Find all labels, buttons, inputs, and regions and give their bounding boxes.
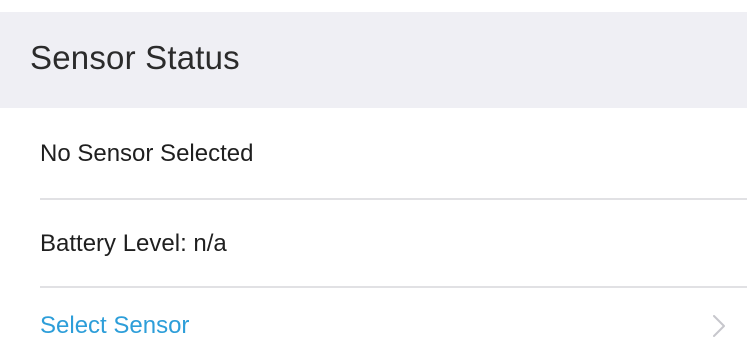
battery-level-label: Battery Level: n/a: [40, 230, 227, 257]
select-sensor-row[interactable]: Select Sensor: [0, 288, 747, 363]
top-strip: [0, 0, 747, 12]
sensor-selection-row: No Sensor Selected: [0, 108, 747, 200]
battery-level-row: Battery Level: n/a: [0, 200, 747, 288]
chevron-right-icon: [713, 314, 725, 337]
sensor-selection-label: No Sensor Selected: [40, 140, 254, 167]
section-header: Sensor Status: [0, 12, 747, 108]
section-title: Sensor Status: [30, 39, 240, 76]
select-sensor-label[interactable]: Select Sensor: [40, 312, 189, 340]
sensor-status-list: No Sensor Selected Battery Level: n/a Se…: [0, 108, 747, 363]
sensor-status-screen: Sensor Status No Sensor Selected Battery…: [0, 0, 747, 363]
